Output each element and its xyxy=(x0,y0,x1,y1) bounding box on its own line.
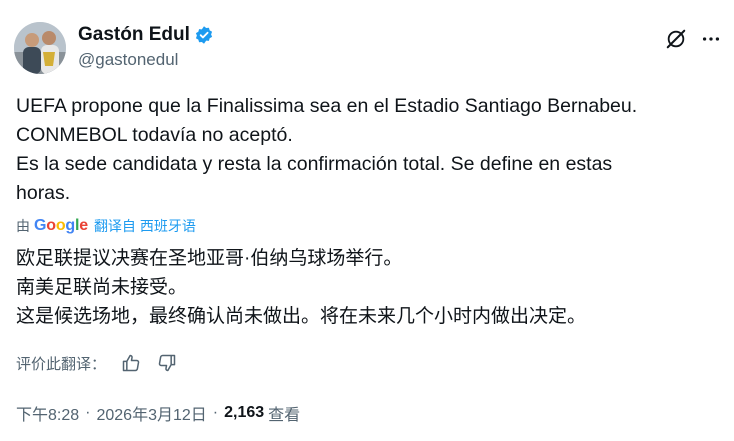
meta-separator: · xyxy=(85,404,91,421)
tweet-time[interactable]: 下午8:28 xyxy=(16,401,79,425)
avatar-image xyxy=(14,22,66,74)
thumbs-down-icon xyxy=(158,354,176,372)
translated-text: 欧足联提议决赛在圣地亚哥·伯纳乌球场举行。 南美足联尚未接受。 这是候选场地，最… xyxy=(16,244,716,331)
translation-attribution: 由 Google 翻译自 西班牙语 xyxy=(16,216,196,236)
translated-line: 南美足联尚未接受。 xyxy=(16,277,188,298)
rate-translation-label: 评价此翻译： xyxy=(16,355,107,373)
meta-separator: · xyxy=(212,404,219,421)
rate-translation-row: 评价此翻译： xyxy=(16,352,178,374)
translated-from-link[interactable]: 翻译自 西班牙语 xyxy=(94,216,196,236)
thumbs-up-button[interactable] xyxy=(120,352,142,374)
tweet-line: CONMEBOL todavía no aceptó. xyxy=(16,124,293,146)
author-name-row: Gastón Edul xyxy=(78,24,214,46)
author-display-name[interactable]: Gastón Edul xyxy=(78,24,190,46)
tweet-date[interactable]: 2026年3月12日 xyxy=(96,401,206,425)
views-count[interactable]: 2,163 xyxy=(224,404,264,422)
translated-line: 欧足联提议决赛在圣地亚哥·伯纳乌球场举行。 xyxy=(16,248,403,269)
tweet-line: Es la sede candidata y resta la confirma… xyxy=(16,153,613,175)
tweet-text: UEFA propone que la Finalissima sea en e… xyxy=(16,92,716,208)
translated-line: 这是候选场地，最终确认尚未做出。将在未来几个小时内做出决定。 xyxy=(16,306,587,327)
translated-by-label: 由 xyxy=(16,218,30,234)
more-options-button[interactable] xyxy=(698,26,724,52)
tweet-line: UEFA propone que la Finalissima sea en e… xyxy=(16,95,638,117)
avatar[interactable] xyxy=(14,22,66,74)
google-logo: Google xyxy=(34,217,88,234)
thumbs-down-button[interactable] xyxy=(156,352,178,374)
author-handle[interactable]: @gastonedul xyxy=(78,50,178,70)
views-label: 查看 xyxy=(268,407,301,424)
grok-button[interactable] xyxy=(663,26,689,52)
thumbs-up-icon xyxy=(122,354,140,372)
grok-icon xyxy=(666,29,686,49)
tweet-meta: 下午8:28 · 2026年3月12日 · 2,163 查看 xyxy=(16,401,300,425)
more-icon xyxy=(702,37,720,41)
verified-badge-icon xyxy=(194,25,214,45)
tweet-line: horas. xyxy=(16,182,71,204)
